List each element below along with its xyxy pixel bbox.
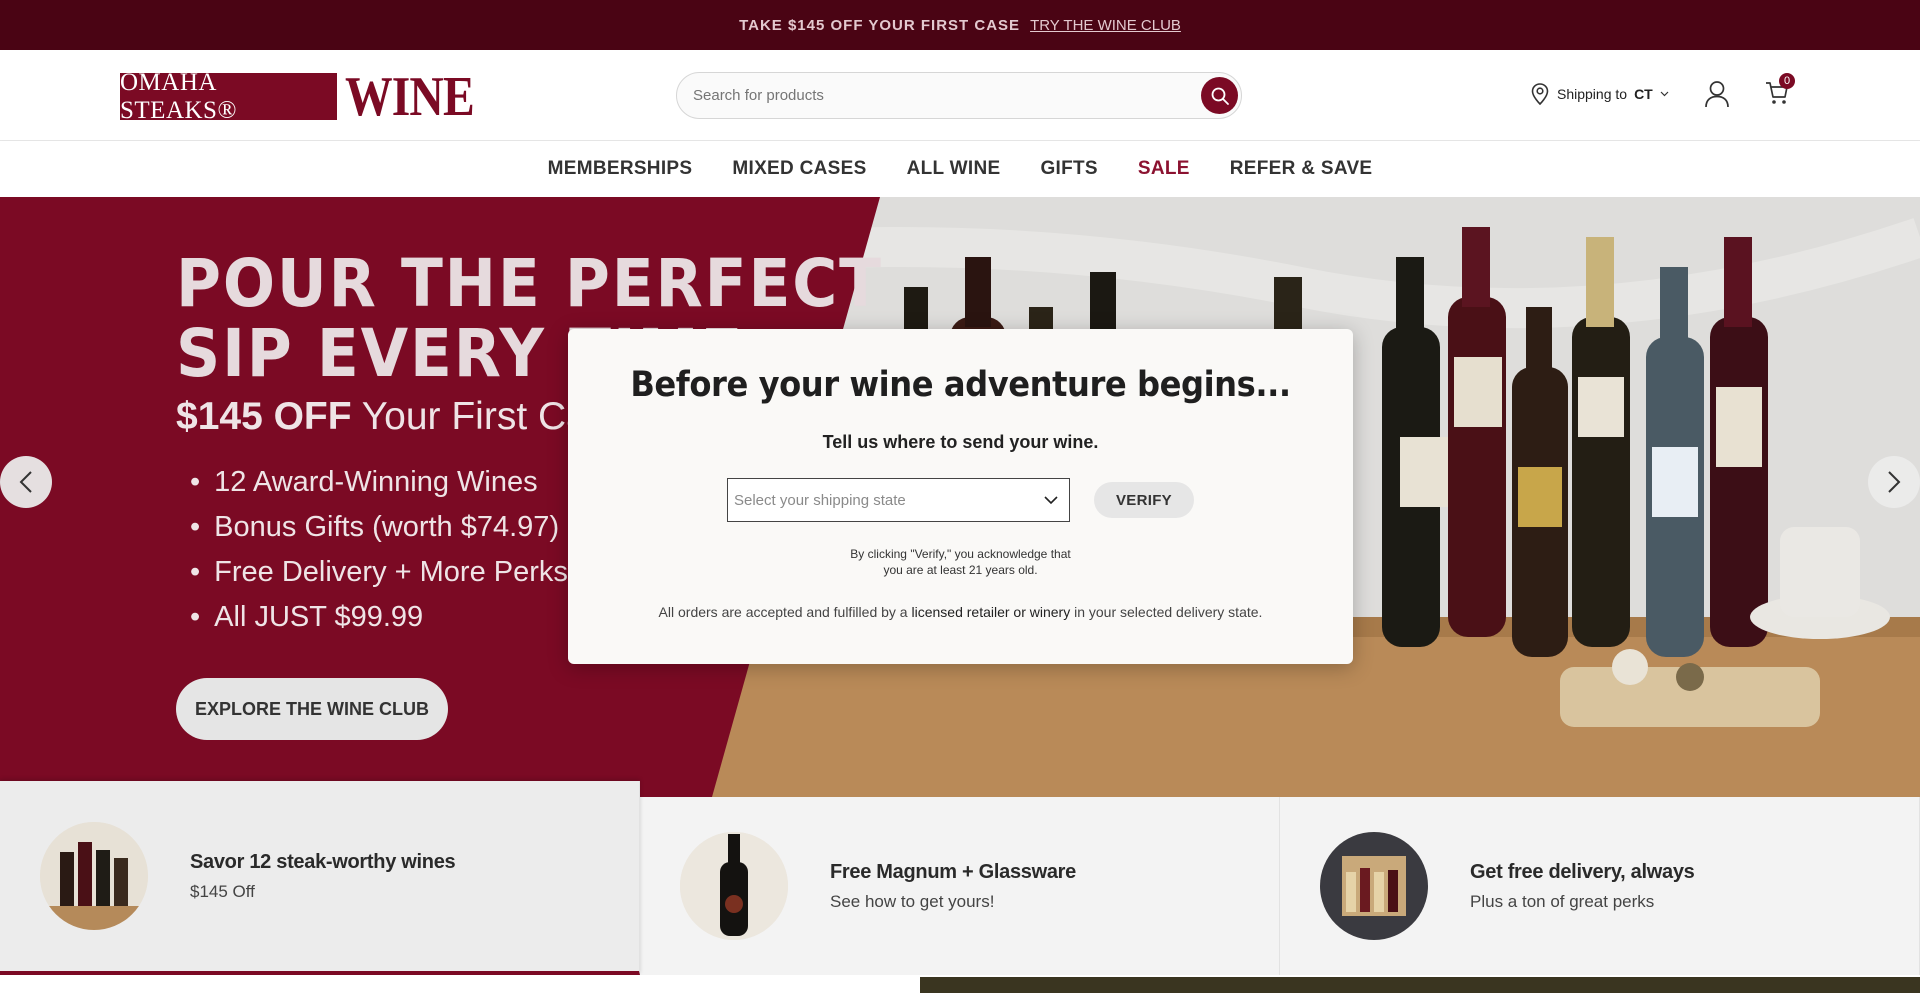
- modal-title: Before your wine adventure begins...: [630, 365, 1291, 405]
- verify-button[interactable]: VERIFY: [1094, 482, 1194, 518]
- fulfillment-note: All orders are accepted and fulfilled by…: [568, 604, 1353, 620]
- age-disclaimer-line2: you are at least 21 years old.: [883, 563, 1038, 577]
- fulfillment-note-after: in your selected delivery state.: [1070, 604, 1263, 620]
- select-placeholder: Select your shipping state: [734, 491, 906, 509]
- shipping-state-select[interactable]: Select your shipping state: [727, 478, 1070, 522]
- age-disclaimer: By clicking "Verify," you acknowledge th…: [568, 546, 1353, 578]
- fulfillment-note-before: All orders are accepted and fulfilled by…: [658, 604, 912, 620]
- modal-subtitle: Tell us where to send your wine.: [822, 432, 1099, 452]
- age-verification-modal: Before your wine adventure begins... Tel…: [568, 329, 1353, 664]
- chevron-down-icon: [1044, 496, 1058, 505]
- licensed-retailer-link[interactable]: licensed retailer or winery: [911, 604, 1070, 620]
- age-disclaimer-line1: By clicking "Verify," you acknowledge th…: [850, 547, 1071, 561]
